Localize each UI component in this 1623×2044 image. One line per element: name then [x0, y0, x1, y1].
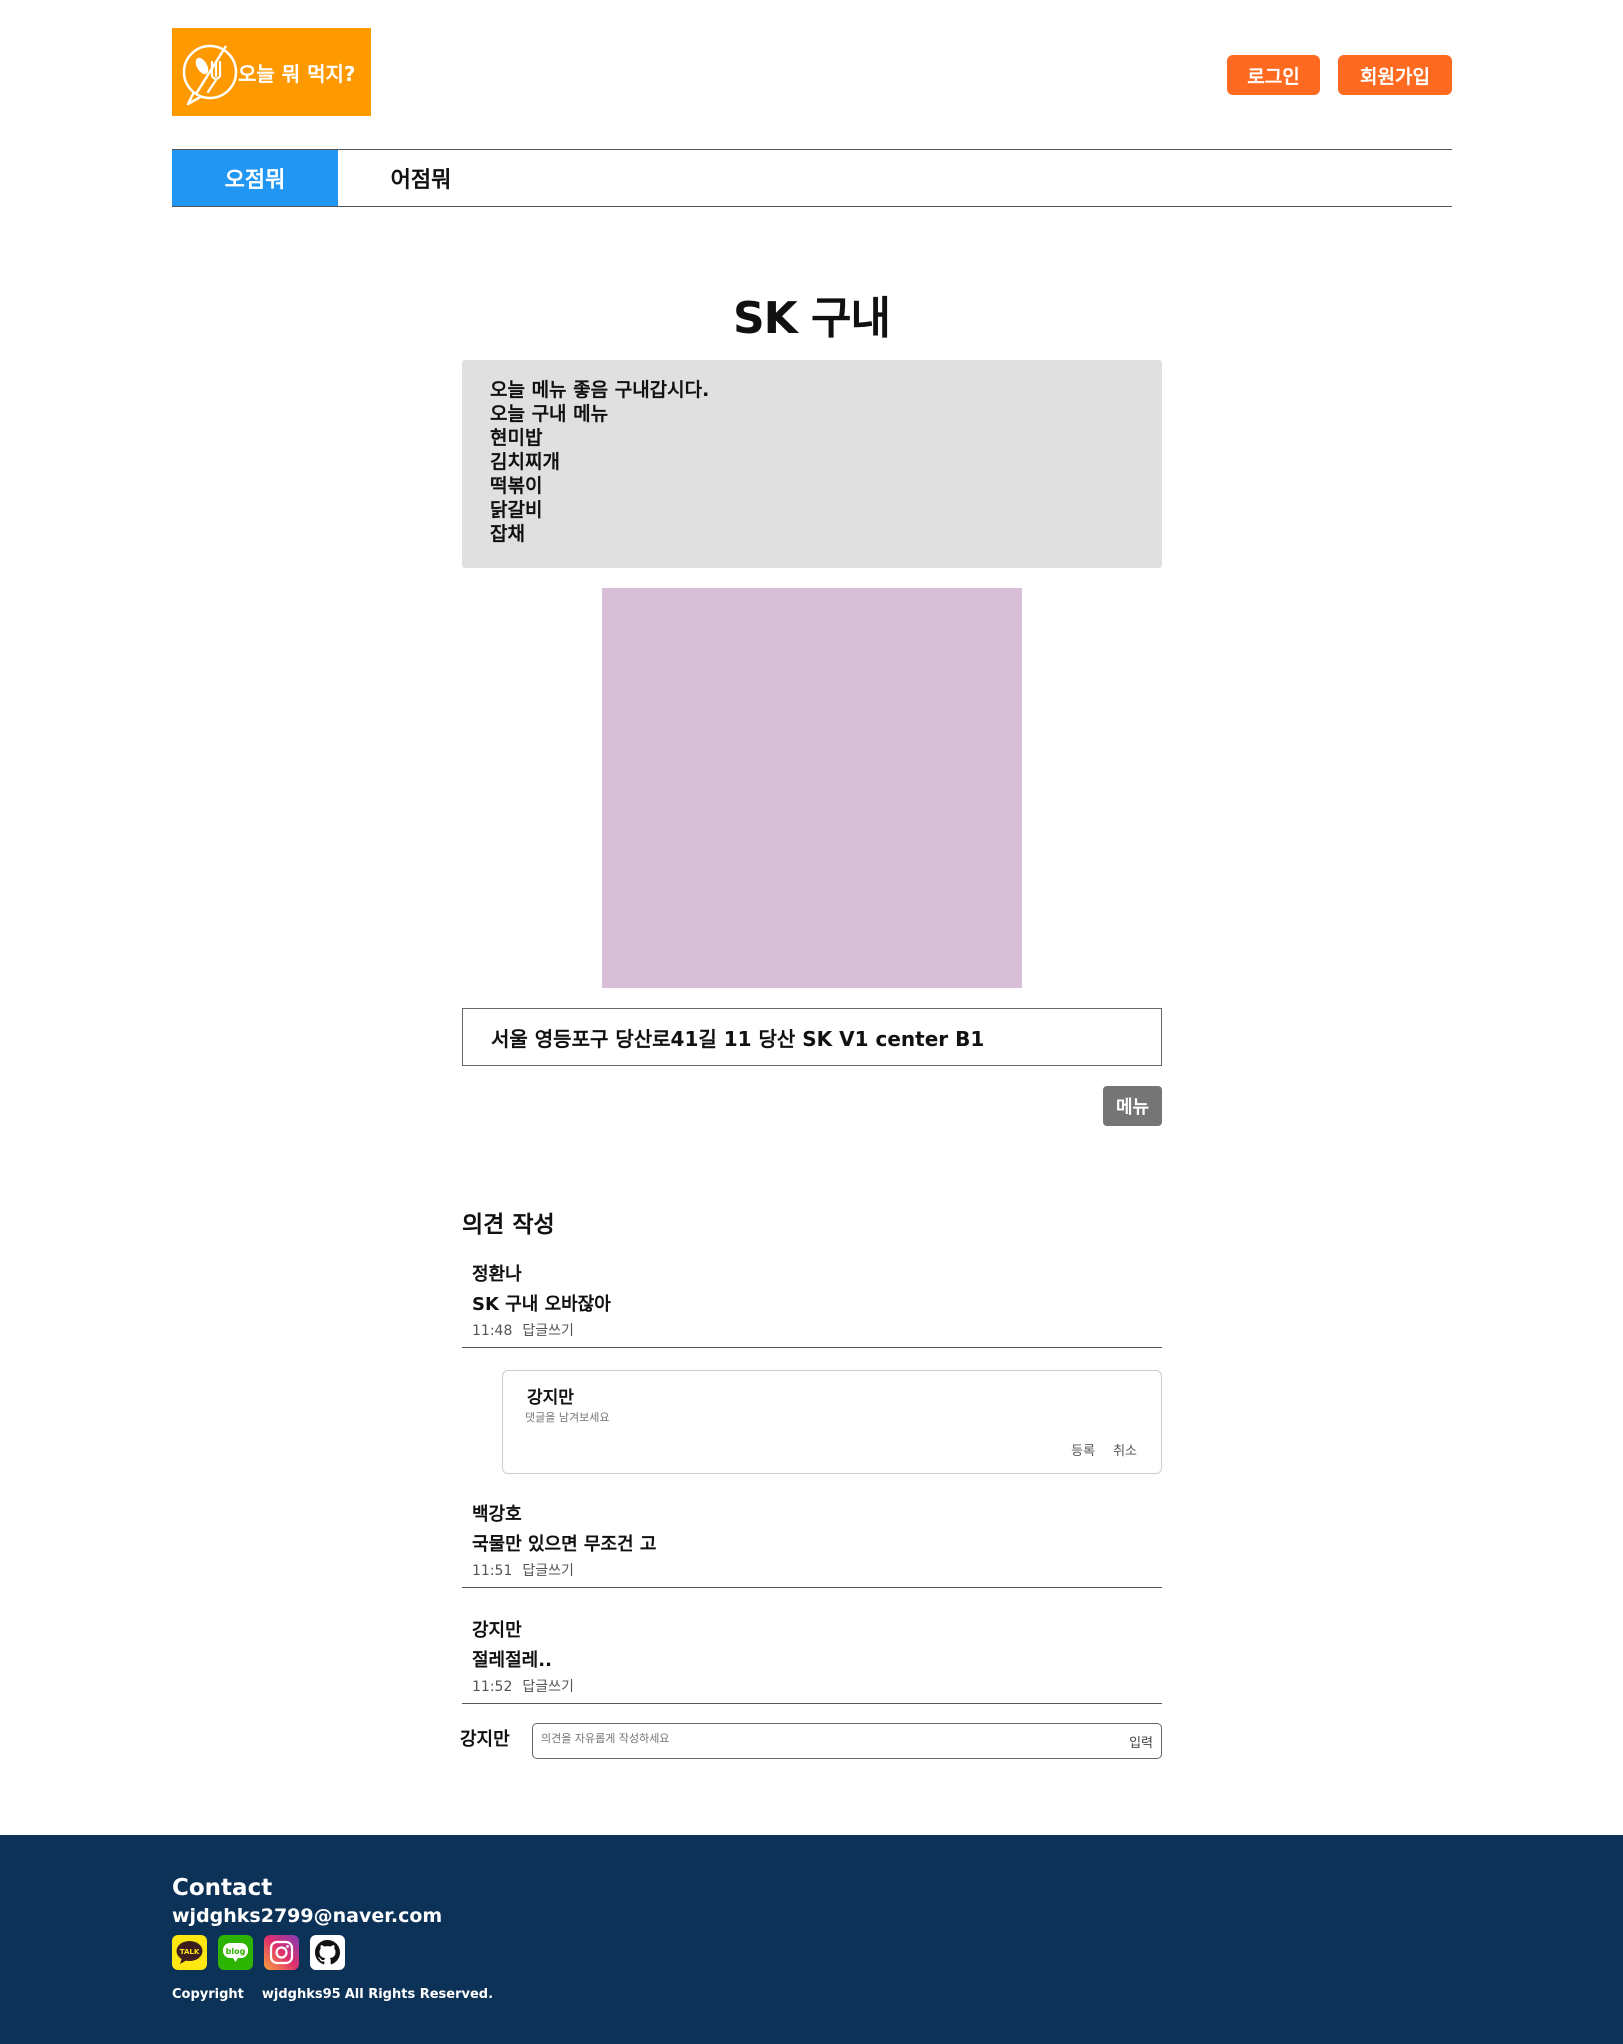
- footer-email[interactable]: wjdghks2799@naver.com: [172, 1905, 442, 1927]
- tab-lunch[interactable]: 오점뭐: [172, 150, 338, 206]
- comment-item: 강지만 절레절레.. 11:52 답글쓰기: [462, 1606, 1162, 1704]
- footer-copyright: Copyright wjdghks95 All Rights Reserved.: [172, 1987, 493, 2002]
- tab-dinner[interactable]: 어점뭐: [338, 150, 504, 206]
- login-button[interactable]: 로그인: [1227, 55, 1320, 95]
- description-line: 김치찌개: [490, 451, 560, 473]
- fork-speech-bubble-icon: [172, 28, 242, 116]
- description-line: 오늘 구내 메뉴: [490, 403, 609, 425]
- comment-input[interactable]: [541, 1732, 1081, 1745]
- svg-text:blog: blog: [226, 1947, 246, 1956]
- tab-bar: 오점뭐 어점뭐: [172, 149, 1452, 207]
- comment-time: 11:52: [472, 1679, 513, 1695]
- comment-text: 국물만 있으면 무조건 고: [472, 1534, 657, 1555]
- comment-author: 강지만: [472, 1620, 522, 1641]
- comment-text: 절레절레..: [472, 1650, 552, 1671]
- social-links: TALK blog: [172, 1935, 345, 1970]
- blog-icon[interactable]: blog: [218, 1935, 253, 1970]
- github-icon[interactable]: [310, 1935, 345, 1970]
- reply-form: 강지만 등록 취소: [502, 1370, 1162, 1474]
- write-author: 강지만: [460, 1729, 510, 1750]
- comments-title: 의견 작성: [462, 1212, 555, 1238]
- footer-contact-title: Contact: [172, 1875, 273, 1901]
- kakaotalk-icon[interactable]: TALK: [172, 1935, 207, 1970]
- reply-author: 강지만: [527, 1388, 574, 1408]
- reply-actions: 등록 취소: [1071, 1440, 1137, 1459]
- comment-author: 백강호: [472, 1504, 522, 1525]
- comment-meta: 11:48 답글쓰기: [472, 1320, 584, 1340]
- footer: Contact wjdghks2799@naver.com TALK blog …: [0, 1835, 1623, 2044]
- address-box: 서울 영등포구 당산로41길 11 당산 SK V1 center B1: [462, 1008, 1162, 1066]
- reply-submit-button[interactable]: 등록: [1071, 1440, 1095, 1459]
- signup-button[interactable]: 회원가입: [1338, 55, 1452, 95]
- logo-text: 오늘 뭐 먹지?: [238, 61, 356, 86]
- comment-time: 11:51: [472, 1563, 513, 1579]
- reply-link[interactable]: 답글쓰기: [522, 1323, 574, 1339]
- comment-text: SK 구내 오바잖아: [472, 1294, 611, 1315]
- description-line: 오늘 메뉴 좋음 구내갑시다.: [490, 379, 710, 401]
- reply-link[interactable]: 답글쓰기: [522, 1563, 574, 1579]
- reply-cancel-button[interactable]: 취소: [1113, 1440, 1137, 1459]
- description-line: 현미밥: [490, 427, 543, 449]
- copyright-suffix: All Rights Reserved.: [344, 1987, 494, 2002]
- comment-write-form: 입력: [532, 1723, 1162, 1759]
- menu-button[interactable]: 메뉴: [1103, 1086, 1162, 1126]
- comment-author: 정환나: [472, 1264, 522, 1285]
- page-title: SK 구내: [732, 293, 891, 344]
- comment-time: 11:48: [472, 1323, 513, 1339]
- comment-item: 정환나 SK 구내 오바잖아 11:48 답글쓰기: [462, 1250, 1162, 1348]
- post-image-placeholder: [602, 588, 1022, 988]
- description-line: 닭갈비: [490, 499, 543, 521]
- description-line: 떡볶이: [490, 475, 543, 497]
- copyright-prefix: Copyright: [172, 1987, 244, 2002]
- logo[interactable]: 오늘 뭐 먹지?: [172, 28, 371, 116]
- comment-item: 백강호 국물만 있으면 무조건 고 11:51 답글쓰기: [462, 1490, 1162, 1588]
- comment-meta: 11:51 답글쓰기: [472, 1560, 584, 1580]
- description-box: 오늘 메뉴 좋음 구내갑시다. 오늘 구내 메뉴 현미밥 김치찌개 떡볶이 닭갈…: [462, 360, 1162, 568]
- reply-link[interactable]: 답글쓰기: [522, 1679, 574, 1695]
- reply-input[interactable]: [525, 1411, 1125, 1424]
- instagram-icon[interactable]: [264, 1935, 299, 1970]
- description-line: 잡채: [490, 523, 525, 545]
- comment-meta: 11:52 답글쓰기: [472, 1676, 584, 1696]
- svg-text:TALK: TALK: [180, 1948, 200, 1956]
- copyright-user: wjdghks95: [261, 1987, 341, 2002]
- comment-submit-button[interactable]: 입력: [1129, 1732, 1153, 1751]
